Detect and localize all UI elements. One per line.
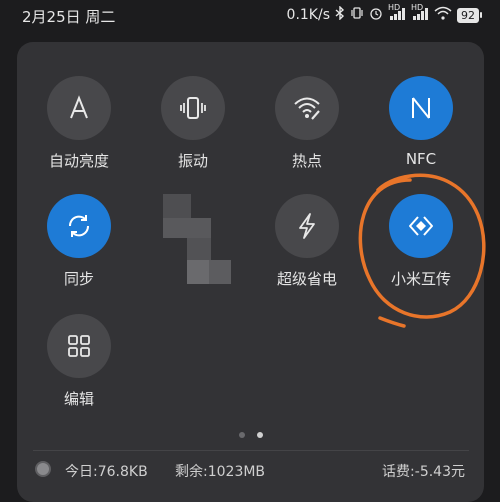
status-icons: 0.1K/s HD HD 92 (286, 3, 482, 24)
tile-hotspot[interactable]: 热点 (252, 76, 362, 196)
alarm-icon (369, 6, 383, 24)
battery-level: 92 (457, 7, 479, 23)
tile-label: 超级省电 (276, 270, 337, 288)
bluetooth-icon (335, 5, 345, 24)
page-dot-2[interactable] (256, 432, 263, 438)
vibrate-mode-icon (350, 6, 364, 24)
tile-nfc[interactable]: NFC (366, 76, 476, 196)
hotspot-icon (275, 76, 339, 140)
tile-label: NFC (405, 150, 437, 168)
battery-icon: 92 (457, 7, 482, 23)
date-text: 2月25日 (22, 8, 81, 26)
tile-label: 同步 (63, 270, 94, 288)
phone-balance: 话费:-5.43元 (382, 464, 465, 480)
tile-ultra-battery-saver[interactable]: 超级省电 (252, 194, 362, 314)
quick-settings-panel: 自动亮度 振动 热点 NFC 同步 超级省电 小米互传 编辑 今日:76.8KB… (17, 42, 484, 502)
sync-icon (47, 194, 111, 258)
vibrate-icon (161, 76, 225, 140)
tile-auto-brightness[interactable]: 自动亮度 (24, 76, 134, 196)
page-indicator (17, 432, 484, 438)
weekday-text: 周二 (85, 8, 116, 26)
lightning-icon (275, 194, 339, 258)
net-speed: 0.1K/s (286, 7, 330, 23)
signal-1-label: HD (388, 3, 401, 12)
today-usage: 今日:76.8KB (65, 464, 148, 480)
grid-icon (47, 314, 111, 378)
remaining-data: 剩余:1023MB (175, 464, 266, 480)
sim-status-icon (35, 461, 51, 477)
data-usage-bar[interactable]: 今日:76.8KB 剩余:1023MB 话费:-5.43元 (35, 459, 465, 483)
page-dot-1[interactable] (238, 432, 245, 438)
divider (33, 450, 469, 451)
signal-icon-2: HD (411, 3, 429, 23)
signal-2-label: HD (411, 3, 424, 12)
tile-label: 振动 (177, 152, 208, 170)
auto-brightness-icon (47, 76, 111, 140)
tile-sync[interactable]: 同步 (24, 194, 134, 314)
status-date: 2月25日 周二 (22, 6, 115, 27)
wifi-icon (434, 6, 452, 24)
status-bar: 2月25日 周二 0.1K/s HD HD 92 (0, 0, 500, 30)
tile-label: 小米互传 (390, 270, 451, 288)
tile-vibrate[interactable]: 振动 (138, 76, 248, 196)
tile-label: 自动亮度 (48, 152, 109, 170)
signal-icon-1: HD (388, 3, 406, 23)
tile-label: 热点 (291, 152, 322, 170)
tile-edit[interactable]: 编辑 (24, 314, 134, 434)
nfc-icon (389, 76, 453, 140)
tile-mi-share[interactable]: 小米互传 (366, 194, 476, 314)
mi-share-icon (389, 194, 453, 258)
tile-label: 编辑 (63, 390, 94, 408)
tile-blurred (138, 194, 248, 314)
